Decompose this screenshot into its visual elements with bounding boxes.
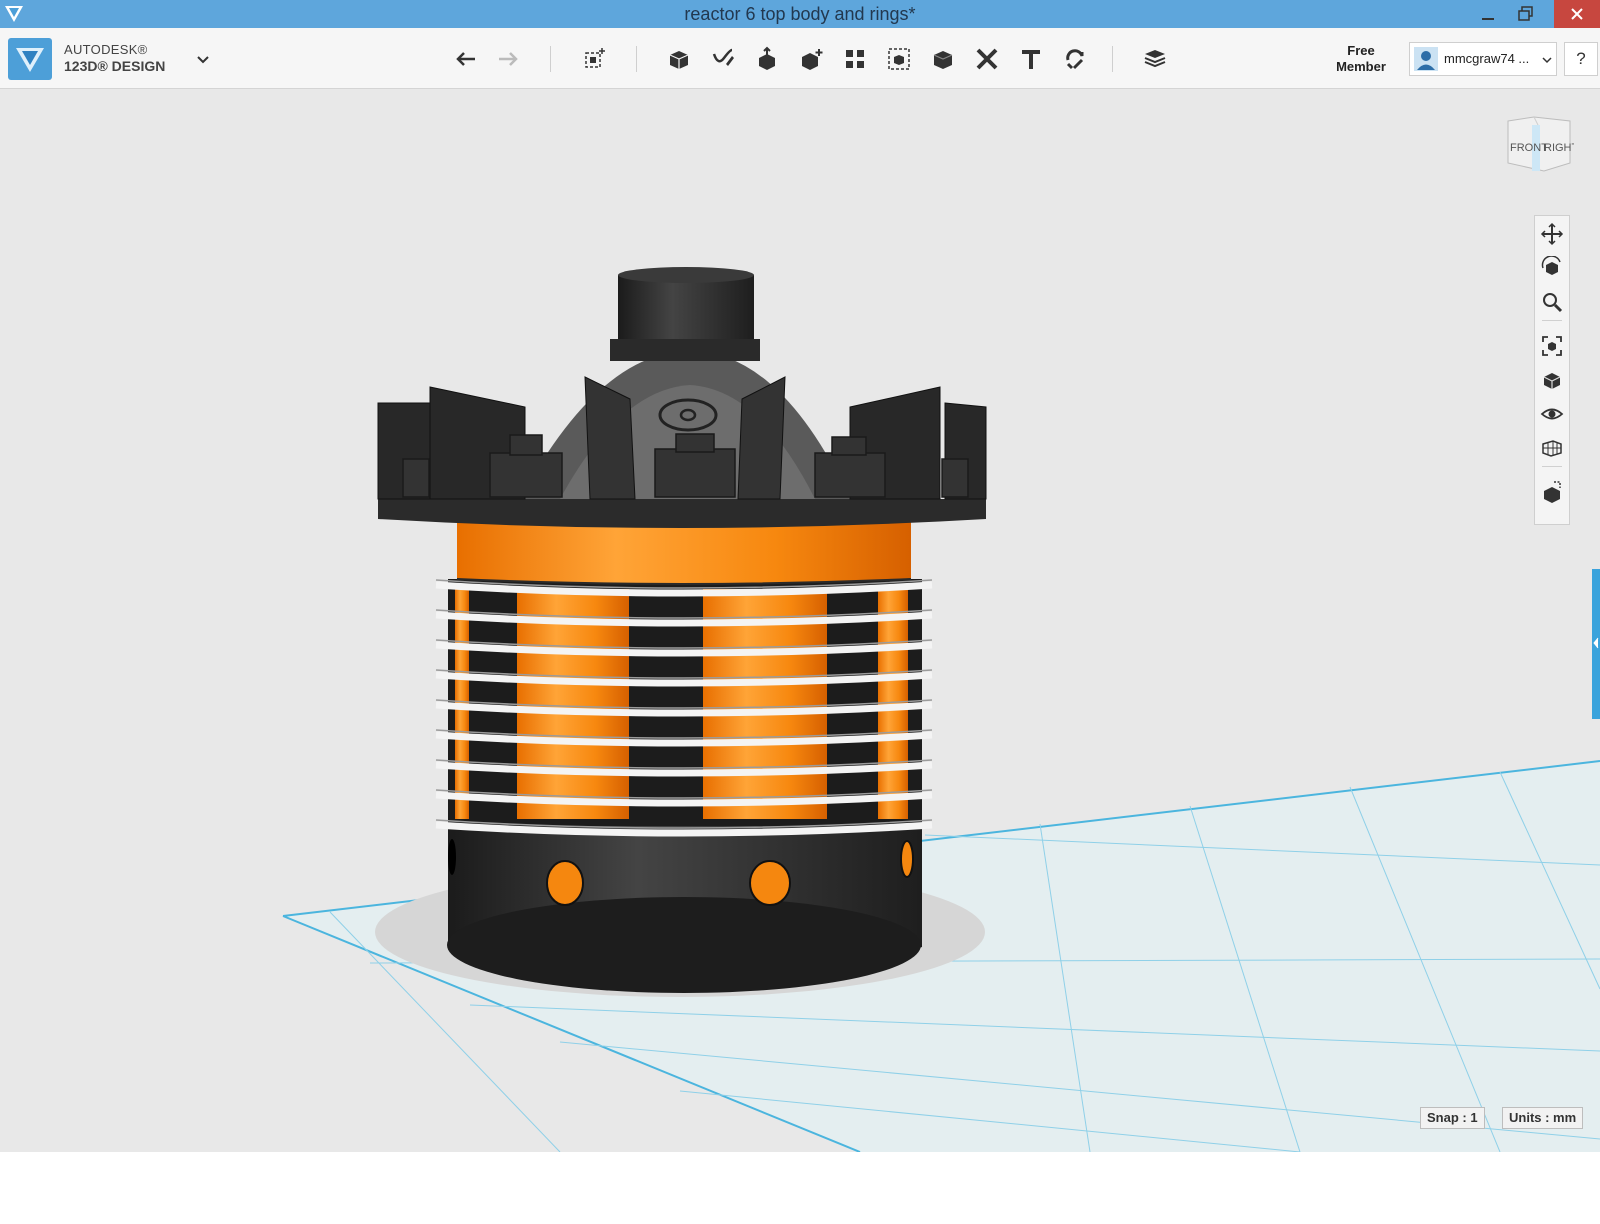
group-icon <box>888 48 910 70</box>
snap-settings-button[interactable] <box>1540 480 1564 504</box>
brand-autodesk: AUTODESK® <box>64 42 148 57</box>
view-style-button[interactable] <box>1540 368 1564 392</box>
orbit-icon <box>1541 255 1561 275</box>
eye-icon <box>1540 408 1564 420</box>
toolbar-divider <box>550 46 551 72</box>
group-button[interactable] <box>882 42 916 76</box>
modify-icon <box>802 49 823 70</box>
view-style-icon <box>1543 373 1561 389</box>
autodesk-logo-icon <box>16 48 44 72</box>
zoom-icon <box>1543 293 1563 313</box>
user-chevron-down-icon <box>1542 52 1552 70</box>
main-toolbar: AUTODESK® 123D® DESIGN Free Member mmcgr… <box>0 28 1600 89</box>
text-button[interactable] <box>1014 42 1048 76</box>
toolbar-divider <box>636 46 637 72</box>
pan-button[interactable] <box>1540 222 1564 246</box>
viewcube-right-label: RIGHT <box>1544 142 1574 154</box>
side-panel-arrow-icon <box>1593 637 1599 649</box>
3d-viewport[interactable]: FRONT RIGHT Sna <box>0 89 1600 1152</box>
materials-button[interactable] <box>1138 42 1172 76</box>
restore-button[interactable] <box>1504 0 1548 28</box>
user-account-menu[interactable]: mmcgraw74 ... <box>1409 42 1557 76</box>
snap-icon <box>1066 49 1084 70</box>
measure-icon <box>976 48 998 70</box>
sketch-button[interactable] <box>706 42 740 76</box>
redo-button[interactable] <box>490 42 524 76</box>
close-button[interactable] <box>1554 0 1600 28</box>
reactor-model[interactable] <box>377 267 987 993</box>
construct-icon <box>759 46 775 70</box>
snap-indicator[interactable]: Snap : 1 <box>1420 1107 1485 1129</box>
sketch-icon <box>712 48 734 66</box>
help-button[interactable]: ? <box>1564 42 1598 76</box>
grid-icon <box>1542 440 1562 457</box>
text-icon <box>1022 50 1040 69</box>
toolbar-divider <box>1112 46 1113 72</box>
grid-toggle-button[interactable] <box>1540 436 1564 460</box>
close-icon <box>1571 8 1583 20</box>
pattern-button[interactable] <box>838 42 872 76</box>
user-avatar-icon <box>1417 51 1435 70</box>
orbit-button[interactable] <box>1540 255 1564 280</box>
minimize-icon <box>1482 18 1494 20</box>
visibility-button[interactable] <box>1540 402 1564 426</box>
undo-button[interactable] <box>450 42 484 76</box>
transform-button[interactable] <box>578 42 612 76</box>
side-panel-toggle[interactable] <box>1592 569 1600 719</box>
membership-text: Free Member <box>1336 43 1386 74</box>
fit-button[interactable] <box>1540 334 1564 358</box>
app-menu-chevron-down-icon[interactable] <box>196 52 210 70</box>
snap-settings-icon <box>1544 481 1561 503</box>
pattern-icon <box>846 50 864 68</box>
modify-button[interactable] <box>794 42 828 76</box>
nav-divider <box>1542 320 1562 321</box>
measure-button[interactable] <box>970 42 1004 76</box>
construct-button[interactable] <box>750 42 784 76</box>
combine-button[interactable] <box>926 42 960 76</box>
restore-icon <box>1518 6 1533 21</box>
viewcube[interactable]: FRONT RIGHT <box>1504 115 1579 177</box>
title-bar: reactor 6 top body and rings* <box>0 0 1600 28</box>
nav-divider <box>1542 466 1562 467</box>
app-menu-logo[interactable] <box>8 38 52 80</box>
snap-button[interactable] <box>1058 42 1092 76</box>
combine-icon <box>933 51 953 69</box>
membership-label: Free Member <box>1326 43 1396 75</box>
redo-icon <box>499 52 518 66</box>
brand-product: 123D® DESIGN <box>64 58 166 74</box>
zoom-button[interactable] <box>1540 290 1564 314</box>
pan-icon <box>1540 222 1564 246</box>
transform-icon <box>585 48 605 68</box>
avatar <box>1414 47 1438 71</box>
window-title: reactor 6 top body and rings* <box>684 4 916 24</box>
undo-icon <box>456 52 475 66</box>
username: mmcgraw74 ... <box>1444 51 1530 66</box>
navigation-bar <box>1534 215 1570 525</box>
scene-canvas[interactable] <box>0 89 1600 1152</box>
units-indicator[interactable]: Units : mm <box>1502 1107 1584 1129</box>
materials-icon <box>1144 50 1166 68</box>
viewcube-icon: FRONT RIGHT <box>1507 116 1579 172</box>
viewcube-front-label: FRONT <box>1510 142 1548 154</box>
fit-icon <box>1542 336 1562 356</box>
primitives-button[interactable] <box>662 42 696 76</box>
primitives-icon <box>669 51 689 69</box>
